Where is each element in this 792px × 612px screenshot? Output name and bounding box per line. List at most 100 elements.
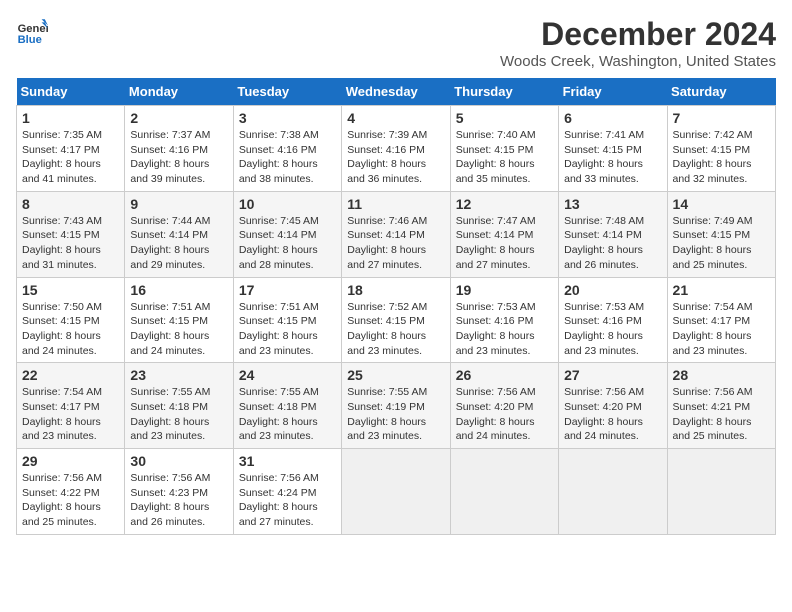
calendar-cell: 2 Sunrise: 7:37 AMSunset: 4:16 PMDaylight… [125,106,233,192]
day-info: Sunrise: 7:35 AMSunset: 4:17 PMDaylight:… [22,128,119,187]
day-number: 17 [239,282,336,298]
day-number: 8 [22,196,119,212]
logo-icon: General Blue [16,16,48,48]
calendar-cell: 8 Sunrise: 7:43 AMSunset: 4:15 PMDaylight… [17,191,125,277]
day-number: 15 [22,282,119,298]
day-info: Sunrise: 7:49 AMSunset: 4:15 PMDaylight:… [673,214,770,273]
svg-text:Blue: Blue [18,34,42,46]
calendar-week-row: 15 Sunrise: 7:50 AMSunset: 4:15 PMDayligh… [17,277,776,363]
day-info: Sunrise: 7:56 AMSunset: 4:20 PMDaylight:… [456,385,553,444]
day-info: Sunrise: 7:52 AMSunset: 4:15 PMDaylight:… [347,300,444,359]
calendar-week-row: 22Sunrise: 7:54 AMSunset: 4:17 PMDayligh… [17,363,776,449]
day-number: 3 [239,110,336,126]
svg-text:General: General [18,23,48,35]
calendar-cell: 4 Sunrise: 7:39 AMSunset: 4:16 PMDaylight… [342,106,450,192]
day-number: 12 [456,196,553,212]
title-area: December 2024 Woods Creek, Washington, U… [500,16,776,70]
calendar-cell: 24 Sunrise: 7:55 AMSunset: 4:18 PMDayligh… [233,363,341,449]
calendar-cell: 15 Sunrise: 7:50 AMSunset: 4:15 PMDayligh… [17,277,125,363]
logo: General Blue [16,16,48,48]
day-of-week-header: Monday [125,78,233,106]
calendar-cell: 25Sunrise: 7:55 AMSunset: 4:19 PMDayligh… [342,363,450,449]
calendar-cell: 9 Sunrise: 7:44 AMSunset: 4:14 PMDaylight… [125,191,233,277]
day-info: Sunrise: 7:45 AMSunset: 4:14 PMDaylight:… [239,214,336,273]
calendar-cell: 17Sunrise: 7:51 AMSunset: 4:15 PMDayligh… [233,277,341,363]
day-info: Sunrise: 7:56 AMSunset: 4:20 PMDaylight:… [564,385,661,444]
calendar-cell: 7 Sunrise: 7:42 AMSunset: 4:15 PMDaylight… [667,106,775,192]
calendar-cell: 5 Sunrise: 7:40 AMSunset: 4:15 PMDaylight… [450,106,558,192]
day-number: 9 [130,196,227,212]
calendar-cell: 6 Sunrise: 7:41 AMSunset: 4:15 PMDaylight… [559,106,667,192]
day-info: Sunrise: 7:46 AMSunset: 4:14 PMDaylight:… [347,214,444,273]
day-of-week-header: Thursday [450,78,558,106]
day-number: 10 [239,196,336,212]
calendar-cell: 21 Sunrise: 7:54 AMSunset: 4:17 PMDayligh… [667,277,775,363]
day-number: 16 [130,282,227,298]
day-number: 14 [673,196,770,212]
day-of-week-header: Friday [559,78,667,106]
day-number: 30 [130,453,227,469]
day-info: Sunrise: 7:53 AMSunset: 4:16 PMDaylight:… [456,300,553,359]
day-of-week-header: Wednesday [342,78,450,106]
day-info: Sunrise: 7:44 AMSunset: 4:14 PMDaylight:… [130,214,227,273]
day-number: 22 [22,367,119,383]
day-number: 23 [130,367,227,383]
day-info: Sunrise: 7:40 AMSunset: 4:15 PMDaylight:… [456,128,553,187]
calendar-cell: 31 Sunrise: 7:56 AMSunset: 4:24 PMDayligh… [233,449,341,535]
day-number: 31 [239,453,336,469]
calendar-cell: 30 Sunrise: 7:56 AMSunset: 4:23 PMDayligh… [125,449,233,535]
day-info: Sunrise: 7:56 AMSunset: 4:23 PMDaylight:… [130,471,227,530]
calendar-cell: 27 Sunrise: 7:56 AMSunset: 4:20 PMDayligh… [559,363,667,449]
calendar-cell: 29Sunrise: 7:56 AMSunset: 4:22 PMDayligh… [17,449,125,535]
calendar-cell [667,449,775,535]
day-number: 24 [239,367,336,383]
day-info: Sunrise: 7:50 AMSunset: 4:15 PMDaylight:… [22,300,119,359]
day-number: 7 [673,110,770,126]
day-info: Sunrise: 7:55 AMSunset: 4:18 PMDaylight:… [130,385,227,444]
day-number: 13 [564,196,661,212]
day-info: Sunrise: 7:55 AMSunset: 4:18 PMDaylight:… [239,385,336,444]
calendar-cell [342,449,450,535]
day-info: Sunrise: 7:43 AMSunset: 4:15 PMDaylight:… [22,214,119,273]
day-number: 20 [564,282,661,298]
day-info: Sunrise: 7:38 AMSunset: 4:16 PMDaylight:… [239,128,336,187]
day-number: 6 [564,110,661,126]
day-of-week-header: Sunday [17,78,125,106]
calendar-cell [450,449,558,535]
day-of-week-header: Tuesday [233,78,341,106]
calendar-cell: 22Sunrise: 7:54 AMSunset: 4:17 PMDayligh… [17,363,125,449]
day-number: 4 [347,110,444,126]
calendar-cell: 26Sunrise: 7:56 AMSunset: 4:20 PMDayligh… [450,363,558,449]
calendar-cell: 23 Sunrise: 7:55 AMSunset: 4:18 PMDayligh… [125,363,233,449]
calendar-cell [559,449,667,535]
calendar-cell: 12Sunrise: 7:47 AMSunset: 4:14 PMDayligh… [450,191,558,277]
calendar-cell: 10 Sunrise: 7:45 AMSunset: 4:14 PMDayligh… [233,191,341,277]
day-info: Sunrise: 7:41 AMSunset: 4:15 PMDaylight:… [564,128,661,187]
day-info: Sunrise: 7:56 AMSunset: 4:21 PMDaylight:… [673,385,770,444]
calendar-header-row: SundayMondayTuesdayWednesdayThursdayFrid… [17,78,776,106]
calendar-cell: 11Sunrise: 7:46 AMSunset: 4:14 PMDayligh… [342,191,450,277]
calendar-week-row: 1Sunrise: 7:35 AMSunset: 4:17 PMDaylight… [17,106,776,192]
day-number: 2 [130,110,227,126]
day-info: Sunrise: 7:42 AMSunset: 4:15 PMDaylight:… [673,128,770,187]
calendar-week-row: 8 Sunrise: 7:43 AMSunset: 4:15 PMDaylight… [17,191,776,277]
day-number: 5 [456,110,553,126]
day-info: Sunrise: 7:56 AMSunset: 4:24 PMDaylight:… [239,471,336,530]
calendar-cell: 19 Sunrise: 7:53 AMSunset: 4:16 PMDayligh… [450,277,558,363]
subtitle: Woods Creek, Washington, United States [500,53,776,70]
day-info: Sunrise: 7:39 AMSunset: 4:16 PMDaylight:… [347,128,444,187]
calendar-table: SundayMondayTuesdayWednesdayThursdayFrid… [16,78,776,535]
day-number: 21 [673,282,770,298]
day-info: Sunrise: 7:37 AMSunset: 4:16 PMDaylight:… [130,128,227,187]
calendar-cell: 1Sunrise: 7:35 AMSunset: 4:17 PMDaylight… [17,106,125,192]
calendar-cell: 16Sunrise: 7:51 AMSunset: 4:15 PMDayligh… [125,277,233,363]
day-number: 19 [456,282,553,298]
calendar-body: 1Sunrise: 7:35 AMSunset: 4:17 PMDaylight… [17,106,776,535]
day-number: 25 [347,367,444,383]
day-number: 18 [347,282,444,298]
main-title: December 2024 [500,16,776,53]
day-number: 27 [564,367,661,383]
day-info: Sunrise: 7:54 AMSunset: 4:17 PMDaylight:… [673,300,770,359]
day-number: 28 [673,367,770,383]
calendar-week-row: 29Sunrise: 7:56 AMSunset: 4:22 PMDayligh… [17,449,776,535]
